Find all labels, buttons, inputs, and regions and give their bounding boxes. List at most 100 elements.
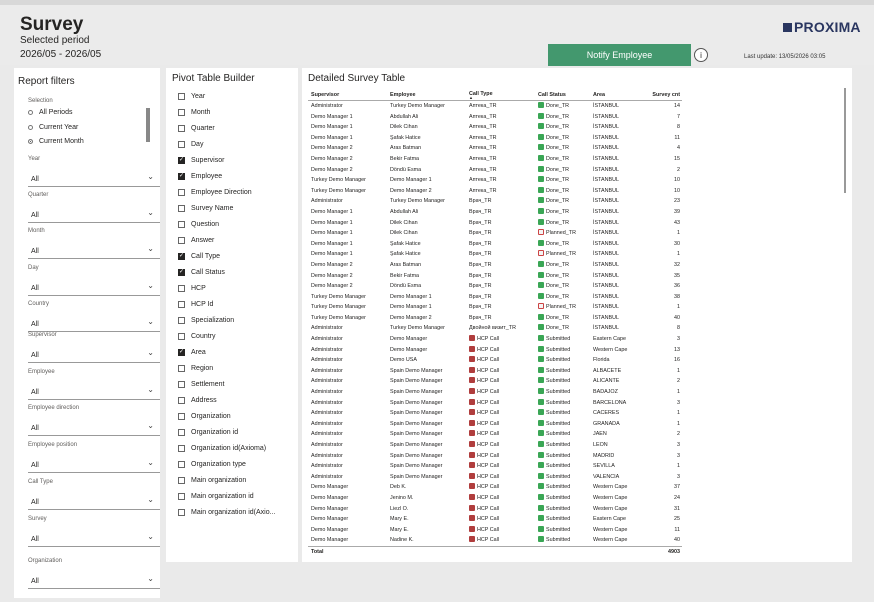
checkbox-icon[interactable] (178, 237, 185, 244)
table-row[interactable]: Turkey Demo Manager Demo Manager 2 Врач_TR… (308, 313, 682, 324)
table-row[interactable]: Demo Manager 2 Bekir Fatma Аптека_TR Done_T… (308, 154, 682, 165)
checkbox-icon[interactable] (178, 156, 185, 164)
table-row[interactable]: Demo Manager 2 Aras Batman Аптека_TR Done_T… (308, 143, 682, 154)
table-row[interactable]: Demo Manager 2 Aras Batman Врач_TR Done_TR İ… (308, 260, 682, 271)
pivot-field-item[interactable]: Settlement (178, 381, 224, 388)
checkbox-icon[interactable] (178, 125, 185, 132)
table-row[interactable]: Demo Manager 1 Şafak Hatice Врач_TR Done_TR… (308, 239, 682, 250)
filter-dropdown[interactable]: All ⌄ (28, 573, 160, 589)
radio-dot-icon[interactable] (28, 124, 33, 130)
checkbox-icon[interactable] (178, 493, 185, 500)
checkbox-icon[interactable] (178, 109, 185, 116)
table-row[interactable]: Administrator Turkey Demo Manager Врач_TR D… (308, 196, 682, 207)
pivot-field-item[interactable]: Specialization (178, 317, 234, 324)
table-row[interactable]: Administrator Spain Demo Manager HCP Call S… (308, 398, 682, 409)
chevron-down-icon[interactable]: ⌄ (147, 421, 154, 430)
table-row[interactable]: Demo Manager 1 Abdullah Ali Врач_TR Done_TR… (308, 207, 682, 218)
checkbox-icon[interactable] (178, 477, 185, 484)
checkbox-icon[interactable] (178, 268, 185, 276)
checkbox-icon[interactable] (178, 365, 185, 372)
pivot-field-item[interactable]: HCP Id (178, 301, 213, 308)
pivot-field-item[interactable]: Survey Name (178, 205, 233, 212)
pivot-field-item[interactable]: Main organization id (178, 493, 254, 500)
table-row[interactable]: Demo Manager 2 Bekir Fatma Врач_TR Done_TR İ… (308, 271, 682, 282)
checkbox-icon[interactable] (178, 429, 185, 436)
filter-dropdown[interactable]: All ⌄ (28, 243, 160, 259)
pivot-field-item[interactable]: Supervisor (178, 156, 224, 164)
checkbox-icon[interactable] (178, 333, 185, 340)
table-row[interactable]: Administrator Spain Demo Manager HCP Call S… (308, 376, 682, 387)
chevron-down-icon[interactable]: ⌄ (147, 281, 154, 290)
pivot-field-item[interactable]: Organization id(Axioma) (178, 445, 266, 452)
table-row[interactable]: Administrator Spain Demo Manager HCP Call S… (308, 429, 682, 440)
checkbox-icon[interactable] (178, 221, 185, 228)
pivot-field-item[interactable]: Main organization id(Axio... (178, 509, 275, 516)
checkbox-icon[interactable] (178, 189, 185, 196)
checkbox-icon[interactable] (178, 301, 185, 308)
checkbox-icon[interactable] (178, 381, 185, 388)
chevron-down-icon[interactable]: ⌄ (147, 348, 154, 357)
table-row[interactable]: Administrator Turkey Demo Manager Двойной … (308, 323, 682, 334)
info-icon[interactable]: i (694, 48, 708, 62)
column-header[interactable]: Call Status (535, 90, 590, 101)
table-row[interactable]: Demo Manager 1 Abdullah Ali Аптека_TR Done_… (308, 112, 682, 123)
table-row[interactable]: Demo Manager 2 Döndü Esma Аптека_TR Done_TR… (308, 165, 682, 176)
pivot-field-item[interactable]: HCP (178, 285, 206, 292)
filter-dropdown[interactable]: All ⌄ (28, 494, 160, 510)
pivot-field-item[interactable]: Employee (178, 172, 222, 180)
table-scrollbar[interactable] (844, 88, 846, 193)
table-row[interactable]: Demo Manager Mary E. HCP Call Submitted West… (308, 525, 682, 536)
table-row[interactable]: Administrator Spain Demo Manager HCP Call S… (308, 472, 682, 483)
pivot-field-item[interactable]: Call Status (178, 268, 225, 276)
filter-dropdown[interactable]: All ⌄ (28, 171, 160, 187)
pivot-field-item[interactable]: Answer (178, 237, 214, 244)
pivot-field-item[interactable]: Quarter (178, 125, 215, 132)
checkbox-icon[interactable] (178, 205, 185, 212)
table-row[interactable]: Turkey Demo Manager Demo Manager 2 Аптека_… (308, 186, 682, 197)
radio-dot-icon[interactable] (28, 110, 33, 115)
radio-dot-icon[interactable] (28, 139, 33, 144)
table-row[interactable]: Administrator Spain Demo Manager HCP Call S… (308, 408, 682, 419)
table-row[interactable]: Turkey Demo Manager Demo Manager 1 Аптека_… (308, 175, 682, 186)
checkbox-icon[interactable] (178, 445, 185, 452)
table-row[interactable]: Administrator Spain Demo Manager HCP Call S… (308, 461, 682, 472)
filter-dropdown[interactable]: All ⌄ (28, 347, 160, 363)
filter-dropdown[interactable]: All ⌄ (28, 531, 160, 547)
pivot-field-item[interactable]: Organization id (178, 429, 238, 436)
chevron-down-icon[interactable]: ⌄ (147, 208, 154, 217)
checkbox-icon[interactable] (178, 317, 185, 324)
table-row[interactable]: Demo Manager Mary E. HCP Call Submitted East… (308, 514, 682, 525)
pivot-field-item[interactable]: Organization (178, 413, 231, 420)
pivot-field-item[interactable]: Question (178, 221, 219, 228)
pivot-field-item[interactable]: Area (178, 348, 206, 356)
table-row[interactable]: Demo Manager 1 Dilek Cihan Врач_TR Done_TR İ… (308, 218, 682, 229)
filter-dropdown[interactable]: All ⌄ (28, 457, 160, 473)
table-row[interactable]: Administrator Turkey Demo Manager Аптека_T… (308, 101, 682, 112)
pivot-field-item[interactable]: Region (178, 365, 213, 372)
table-row[interactable]: Demo Manager Deb K. HCP Call Submitted Weste… (308, 482, 682, 493)
table-row[interactable]: Demo Manager 1 Şafak Hatice Аптека_TR Done_… (308, 133, 682, 144)
checkbox-icon[interactable] (178, 461, 185, 468)
column-header[interactable]: Supervisor (308, 90, 387, 101)
pivot-field-item[interactable]: Employee Direction (178, 189, 252, 196)
checkbox-icon[interactable] (178, 348, 185, 356)
chevron-down-icon[interactable]: ⌄ (147, 172, 154, 181)
pivot-field-item[interactable]: Country (178, 333, 216, 340)
filters-scrollbar[interactable] (146, 108, 150, 142)
period-radio-1[interactable]: Current Year (28, 124, 78, 131)
chevron-down-icon[interactable]: ⌄ (147, 244, 154, 253)
period-radio-0[interactable]: All Periods (28, 109, 72, 116)
notify-employee-button[interactable]: Notify Employee (548, 44, 691, 66)
table-row[interactable]: Administrator Spain Demo Manager HCP Call S… (308, 387, 682, 398)
table-row[interactable]: Demo Manager 1 Dilek Cihan Врач_TR Planned_… (308, 228, 682, 239)
table-row[interactable]: Administrator Demo Manager HCP Call Submitt… (308, 345, 682, 356)
table-row[interactable]: Administrator Spain Demo Manager HCP Call S… (308, 451, 682, 462)
period-radio-2[interactable]: Current Month (28, 138, 84, 145)
checkbox-icon[interactable] (178, 141, 185, 148)
chevron-down-icon[interactable]: ⌄ (147, 574, 154, 583)
pivot-field-item[interactable]: Year (178, 93, 205, 100)
checkbox-icon[interactable] (178, 285, 185, 292)
checkbox-icon[interactable] (178, 172, 185, 180)
table-row[interactable]: Turkey Demo Manager Demo Manager 1 Врач_TR… (308, 292, 682, 303)
table-row[interactable]: Demo Manager Jenino M. HCP Call Submitted We… (308, 493, 682, 504)
